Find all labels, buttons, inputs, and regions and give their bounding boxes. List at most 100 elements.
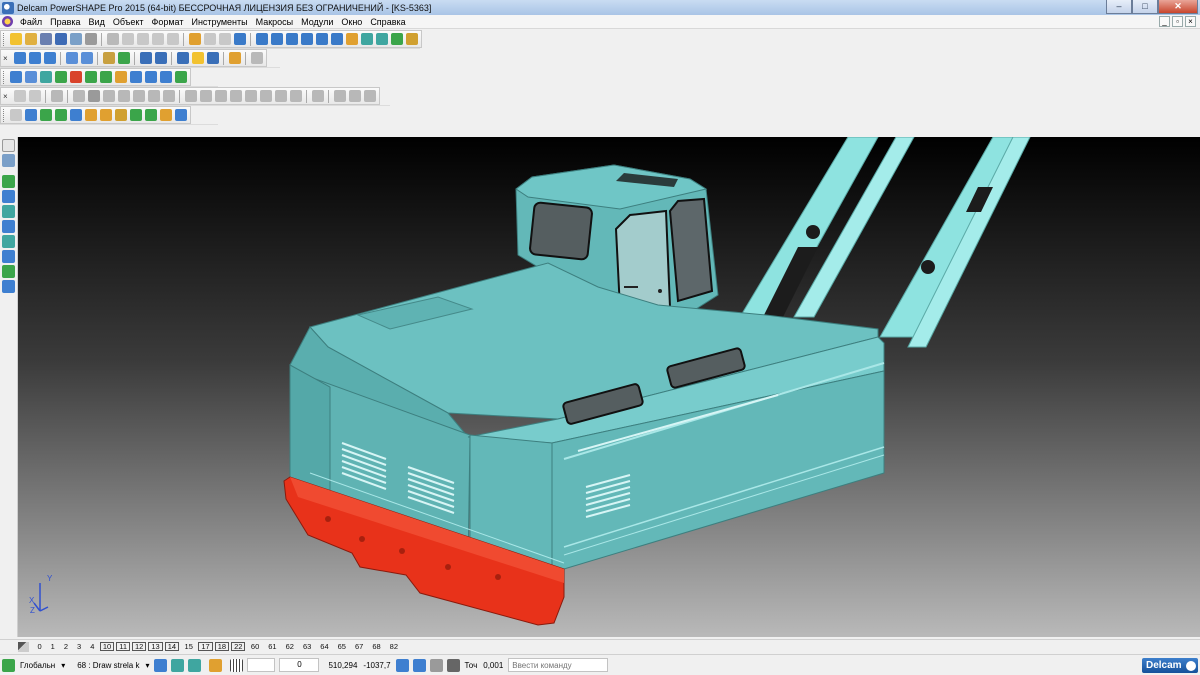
import-icon[interactable] (84, 33, 97, 45)
doc-restore-button[interactable]: ▫ (1172, 16, 1183, 27)
level-14[interactable]: 14 (164, 642, 180, 651)
general-tool-8-icon[interactable] (114, 109, 127, 121)
level-12[interactable]: 12 (132, 642, 147, 651)
curve-icon[interactable] (315, 33, 328, 45)
minimize-button[interactable]: – (1106, 0, 1132, 14)
new-file-icon[interactable] (9, 33, 22, 45)
surfaces-icon[interactable] (2, 235, 15, 248)
workplane-select[interactable]: Глобальн (17, 661, 58, 670)
zoom-in-icon[interactable] (139, 52, 152, 64)
level-67[interactable]: 67 (350, 642, 367, 651)
edit-tool-18-icon[interactable] (289, 90, 302, 102)
level-18[interactable]: 18 (214, 642, 230, 651)
zoom-out-icon[interactable] (154, 52, 167, 64)
print-icon[interactable] (69, 33, 82, 45)
edit-tool-15-icon[interactable] (244, 90, 257, 102)
wireframe-toolbar-icon[interactable] (9, 71, 22, 83)
pan-icon[interactable] (117, 52, 130, 64)
field-value[interactable]: 0 (279, 658, 320, 672)
level-11[interactable]: 11 (116, 642, 130, 651)
zoom-fit-icon[interactable] (176, 52, 189, 64)
edit-tool-11-icon[interactable] (184, 90, 197, 102)
curves-icon[interactable] (2, 220, 15, 233)
general-tool-3-icon[interactable] (39, 109, 52, 121)
model-icon[interactable] (188, 658, 202, 672)
menu-edit[interactable]: Правка (46, 17, 84, 27)
grid-icon[interactable] (230, 658, 244, 672)
settings-icon[interactable] (209, 658, 223, 672)
general-tool-10-icon[interactable] (144, 109, 157, 121)
edit-tool-6-icon[interactable] (102, 90, 115, 102)
menu-help[interactable]: Справка (366, 17, 409, 27)
general-tool-7-icon[interactable] (99, 109, 112, 121)
undo-icon[interactable] (188, 33, 201, 45)
morph-icon[interactable] (174, 71, 187, 83)
menu-file[interactable]: Файл (16, 17, 46, 27)
open-folder-icon[interactable] (24, 33, 37, 45)
doc-close-button[interactable]: × (1185, 16, 1196, 27)
edit-tool-4-icon[interactable] (72, 90, 85, 102)
general-tool-1-icon[interactable] (9, 109, 22, 121)
ruler-icon[interactable] (429, 658, 443, 672)
measure-status-icon[interactable] (412, 658, 426, 672)
surface-icon[interactable] (360, 33, 373, 45)
light-icon[interactable] (228, 52, 241, 64)
level-3[interactable]: 3 (73, 642, 86, 651)
level-60[interactable]: 60 (246, 642, 263, 651)
wireframe-icon[interactable] (206, 52, 219, 64)
graphics-viewport[interactable]: Y X Z (18, 137, 1200, 637)
toolbar-close[interactable]: × (3, 54, 10, 63)
edit-tool-3-icon[interactable] (50, 90, 63, 102)
menu-view[interactable]: Вид (85, 17, 109, 27)
copy-icon[interactable] (121, 33, 134, 45)
workplane-status-icon[interactable] (2, 658, 15, 672)
general-tool-9-icon[interactable] (129, 109, 142, 121)
cut-icon[interactable] (106, 33, 119, 45)
edit-tool-14-icon[interactable] (229, 90, 242, 102)
select-icon[interactable] (233, 33, 246, 45)
view-front-icon[interactable] (28, 52, 41, 64)
level-82[interactable]: 82 (385, 642, 402, 651)
level-icon[interactable] (171, 658, 185, 672)
points-icon[interactable] (2, 175, 15, 188)
annotation-icon[interactable] (2, 265, 15, 278)
spline-icon[interactable] (330, 33, 343, 45)
solid-icon[interactable] (375, 33, 388, 45)
open-model-icon[interactable] (39, 33, 52, 45)
toolbar-grip[interactable] (3, 32, 6, 46)
levels-icon[interactable] (18, 641, 29, 652)
feature-icon[interactable] (390, 33, 403, 45)
menu-tools[interactable]: Инструменты (187, 17, 251, 27)
repeat-icon[interactable] (218, 33, 231, 45)
menu-modules[interactable]: Модули (297, 17, 337, 27)
quick-select-icon[interactable] (2, 154, 15, 167)
menu-window[interactable]: Окно (337, 17, 366, 27)
level-4[interactable]: 4 (86, 642, 99, 651)
mold-icon[interactable] (84, 71, 97, 83)
maximize-button[interactable]: □ (1132, 0, 1158, 14)
level-61[interactable]: 61 (264, 642, 281, 651)
menu-object[interactable]: Объект (109, 17, 148, 27)
redo-icon[interactable] (203, 33, 216, 45)
powershape-app-icon[interactable] (2, 1, 14, 14)
shade-icon[interactable] (191, 52, 204, 64)
edit-tool-21-icon[interactable] (348, 90, 361, 102)
view-shaded-icon[interactable] (80, 52, 93, 64)
toolbar-grip[interactable] (3, 108, 6, 122)
command-input[interactable] (508, 658, 609, 672)
level-2[interactable]: 2 (59, 642, 72, 651)
document-icon[interactable] (2, 16, 13, 27)
close-button[interactable]: ✕ (1158, 0, 1198, 14)
level-64[interactable]: 64 (316, 642, 333, 651)
general-tool-6-icon[interactable] (84, 109, 97, 121)
dimensions-icon[interactable] (2, 280, 15, 293)
doc-minimize-button[interactable]: _ (1159, 16, 1170, 27)
paste-icon[interactable] (136, 33, 149, 45)
edit-tool-17-icon[interactable] (274, 90, 287, 102)
edit-tool-19-icon[interactable] (311, 90, 324, 102)
solid-toolbar-icon[interactable] (39, 71, 52, 83)
surface-toolbar-icon[interactable] (24, 71, 37, 83)
level-10[interactable]: 10 (99, 642, 115, 651)
general-tool-12-icon[interactable] (174, 109, 187, 121)
mesh-icon[interactable] (54, 71, 67, 83)
